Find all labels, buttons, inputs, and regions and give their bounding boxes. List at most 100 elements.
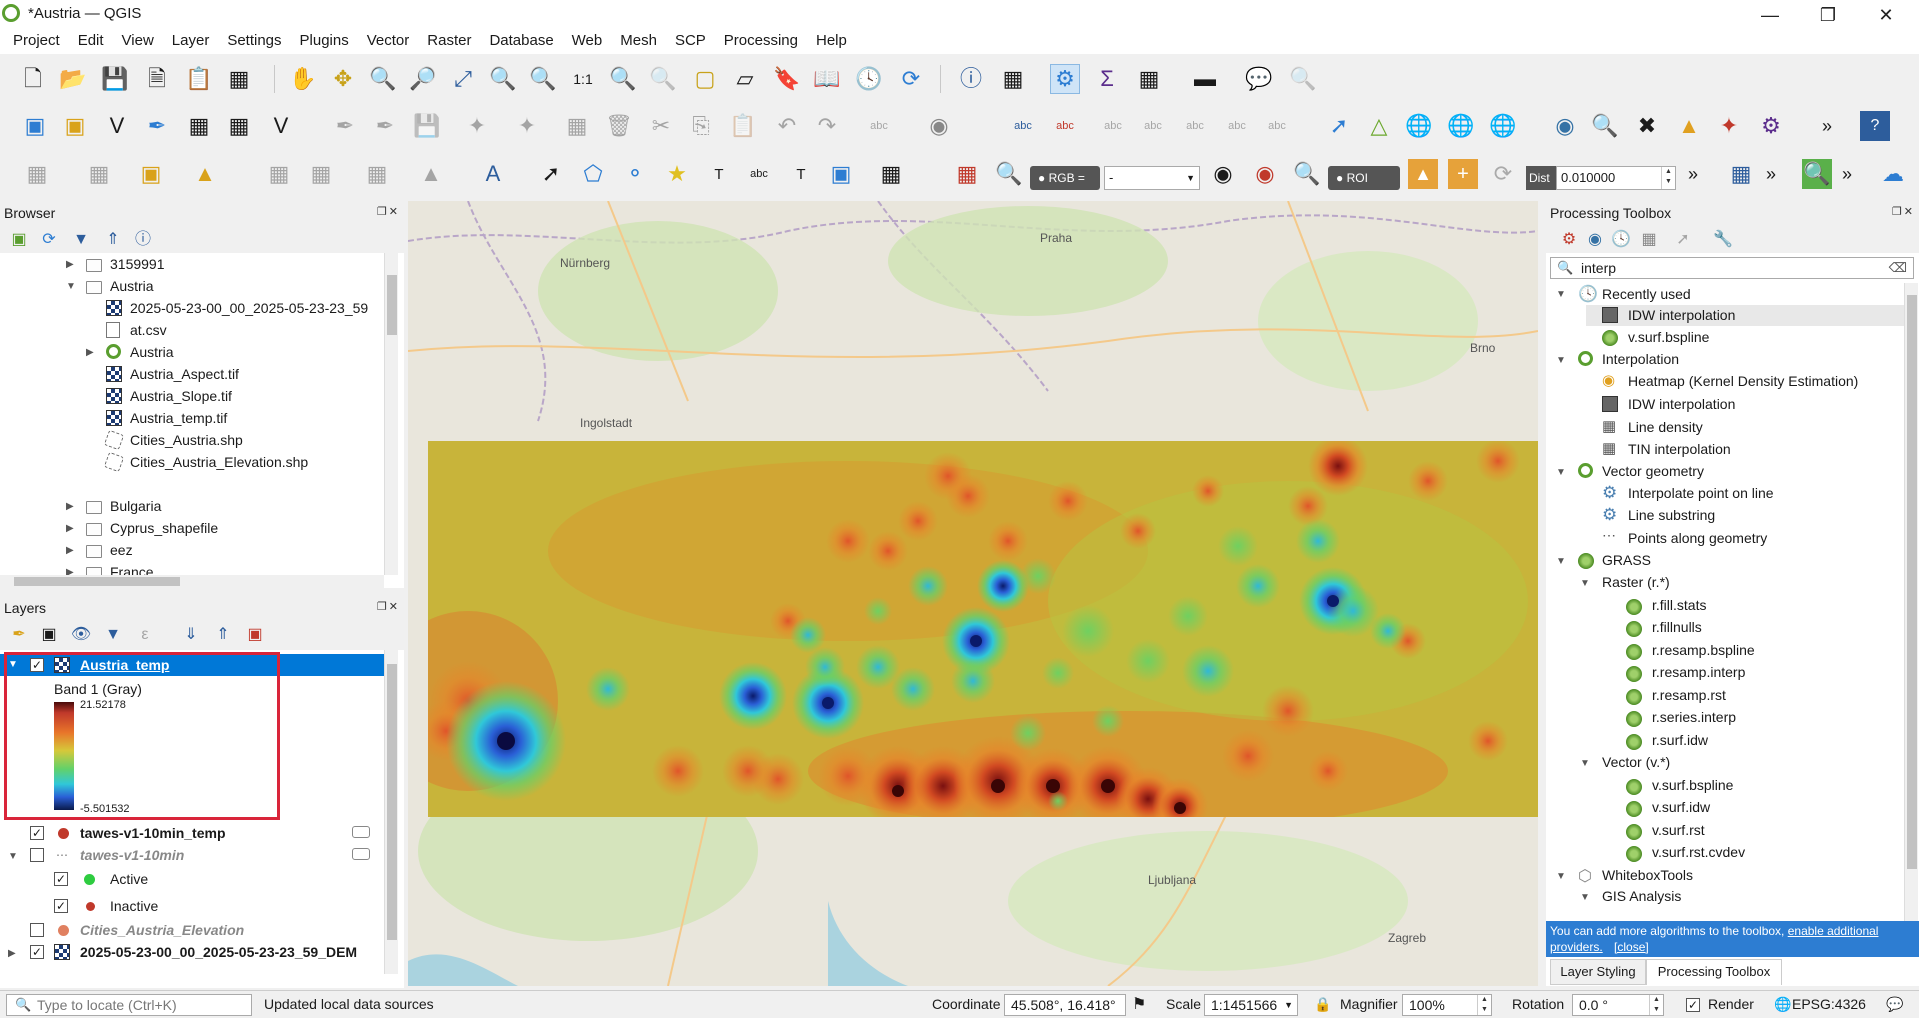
copy-features-icon[interactable]: ⎘: [686, 111, 716, 141]
tool-r-fillnulls[interactable]: r.fillnulls: [1652, 618, 1702, 637]
scroll-thumb[interactable]: [1907, 295, 1917, 869]
select-pointer-icon[interactable]: ➚: [536, 159, 566, 189]
new-project-icon[interactable]: 🗋: [18, 64, 48, 94]
tool-idw[interactable]: IDW interpolation: [1628, 395, 1735, 414]
browser-item-cyprus[interactable]: Cyprus_shapefile: [110, 517, 218, 539]
toolbox-search[interactable]: 🔍 interp ⌫: [1550, 257, 1914, 279]
reshape-icon[interactable]: ▲: [416, 159, 446, 189]
group-gis-analysis[interactable]: GIS Analysis: [1602, 887, 1681, 906]
text-on-point-icon[interactable]: T: [704, 159, 734, 189]
digitize-icon[interactable]: ✦: [462, 111, 492, 141]
collapse-arrow-icon[interactable]: ▼: [1580, 578, 1590, 589]
enable-providers-link[interactable]: enable additional: [1788, 924, 1879, 938]
zoom-next-icon[interactable]: 🔍: [648, 64, 678, 94]
zoom-to-layer-icon[interactable]: 🔍: [528, 64, 558, 94]
menu-scp[interactable]: SCP: [666, 30, 715, 54]
toggle-editing-icon[interactable]: ✒: [330, 111, 360, 141]
collapse-arrow-icon[interactable]: ▼: [1556, 871, 1566, 882]
browser-item-temp[interactable]: Austria_temp.tif: [130, 407, 227, 429]
menu-database[interactable]: Database: [480, 30, 562, 54]
attribute-table-icon[interactable]: ▦: [998, 64, 1028, 94]
collapse-all-layers-icon[interactable]: ⇑: [208, 620, 238, 650]
maximize-button[interactable]: ❐: [1805, 0, 1851, 30]
new-3d-view-icon[interactable]: ▱: [730, 64, 760, 94]
polygon-annotation-icon[interactable]: ⬠: [578, 159, 608, 189]
layer-checkbox[interactable]: ✓: [30, 945, 44, 959]
layout-manager-icon[interactable]: 📋: [184, 64, 214, 94]
locator-input[interactable]: 🔍 Type to locate (Ctrl+K): [6, 994, 252, 1016]
network-tool-icon[interactable]: ⚙: [1756, 111, 1786, 141]
shape-digitizing-icon[interactable]: ▦: [362, 159, 392, 189]
group-vector[interactable]: Vector (v.*): [1602, 753, 1670, 772]
roi-toggle-button[interactable]: ● ROI: [1328, 166, 1400, 190]
properties-icon[interactable]: ⓘ: [128, 225, 158, 255]
statistics-icon[interactable]: Σ: [1092, 64, 1122, 94]
show-hide-labels-icon[interactable]: abc: [1138, 111, 1168, 141]
label-tool-icon[interactable]: abc: [864, 111, 894, 141]
zoom-full-icon[interactable]: ⤢: [448, 64, 478, 94]
expand-arrow-icon[interactable]: ▶: [66, 545, 74, 556]
edit-features-in-place-icon[interactable]: ➚: [1668, 225, 1698, 255]
layer-cities-elevation[interactable]: Cities_Austria_Elevation: [80, 919, 244, 941]
dock-buttons-icon[interactable]: ❐✕: [377, 205, 400, 218]
style-manager-icon[interactable]: ▦: [224, 64, 254, 94]
rotate-label-icon[interactable]: abc: [1222, 111, 1252, 141]
modify-attributes-icon[interactable]: ▦: [562, 111, 592, 141]
map-canvas[interactable]: Nürnberg Praha Brno Ingolstadt Ljubljana…: [408, 201, 1538, 986]
collapse-arrow-icon[interactable]: ▼: [1556, 289, 1566, 300]
help-icon[interactable]: ?: [1860, 111, 1890, 141]
layers-scrollbar[interactable]: [384, 650, 398, 974]
snapping-icon[interactable]: ▦: [306, 159, 336, 189]
messages-icon[interactable]: 💬: [1886, 996, 1903, 1013]
tool-idw-recent[interactable]: IDW interpolation: [1628, 306, 1735, 325]
roi-add-icon[interactable]: +: [1448, 159, 1478, 189]
diagram-tool-icon[interactable]: ◉: [924, 111, 954, 141]
new-map-view-icon[interactable]: ▢: [690, 64, 720, 94]
scroll-thumb[interactable]: [387, 664, 397, 940]
stretch-icon[interactable]: ◉: [1208, 159, 1238, 189]
expression-filter-icon[interactable]: ε: [130, 620, 160, 650]
browser-item-dem[interactable]: 2025-05-23-00_00_2025-05-23-23_59: [130, 297, 368, 319]
select-location-icon[interactable]: ▲: [190, 159, 220, 189]
providers-link[interactable]: providers.: [1550, 940, 1603, 954]
group-raster[interactable]: Raster (r.*): [1602, 573, 1670, 592]
menu-edit[interactable]: Edit: [69, 30, 113, 54]
menu-settings[interactable]: Settings: [218, 30, 290, 54]
expand-all-icon[interactable]: ⇓: [176, 620, 206, 650]
indicator-icon[interactable]: [352, 848, 370, 860]
expand-arrow-icon[interactable]: ▶: [66, 567, 74, 575]
data-source-manager-icon[interactable]: ▣: [20, 111, 50, 141]
add-selected-layers-icon[interactable]: ▣: [4, 225, 34, 255]
menu-project[interactable]: Project: [4, 30, 69, 54]
add-vector-tile-icon[interactable]: V: [266, 111, 296, 141]
delete-selected-icon[interactable]: 🗑: [604, 111, 634, 141]
add-wfs-icon[interactable]: 🌐: [1446, 111, 1476, 141]
scale-field[interactable]: 1:1451566 ▼: [1204, 994, 1298, 1016]
scp-dock-icon[interactable]: ▦: [952, 159, 982, 189]
text-box-icon[interactable]: T: [786, 159, 816, 189]
add-wms-icon[interactable]: 🌐: [1404, 111, 1434, 141]
show-bookmarks-icon[interactable]: 📖: [812, 64, 842, 94]
text-on-line-icon[interactable]: abc: [744, 159, 774, 189]
save-project-icon[interactable]: 💾: [100, 64, 130, 94]
roi-redo-icon[interactable]: ⟳: [1488, 159, 1518, 189]
roi-zoom-icon[interactable]: 🔍: [1292, 159, 1322, 189]
style-icon[interactable]: ✒: [4, 620, 34, 650]
menu-mesh[interactable]: Mesh: [611, 30, 666, 54]
save-edits-icon[interactable]: 💾: [412, 111, 442, 141]
scroll-thumb[interactable]: [387, 275, 397, 335]
roi-pointer-icon[interactable]: ▲: [1408, 159, 1438, 189]
tools-icon[interactable]: ✖: [1632, 111, 1662, 141]
clear-search-icon[interactable]: ⌫: [1889, 260, 1907, 276]
add-raster-icon[interactable]: ▦: [184, 111, 214, 141]
menu-web[interactable]: Web: [563, 30, 612, 54]
expand-arrow-icon[interactable]: ▶: [8, 948, 16, 959]
move-label-icon[interactable]: abc: [1180, 111, 1210, 141]
collapse-arrow-icon[interactable]: ▼: [8, 851, 18, 862]
rgb-toggle-button[interactable]: ● RGB =: [1030, 166, 1100, 190]
tool-v-surf-bspline-recent[interactable]: v.surf.bspline: [1628, 328, 1709, 347]
tab-layer-styling[interactable]: Layer Styling: [1550, 959, 1646, 985]
tool-r-resamp-interp[interactable]: r.resamp.interp: [1652, 663, 1745, 682]
new-geopackage-icon[interactable]: ▣: [60, 111, 90, 141]
layer-checkbox[interactable]: [30, 923, 44, 937]
